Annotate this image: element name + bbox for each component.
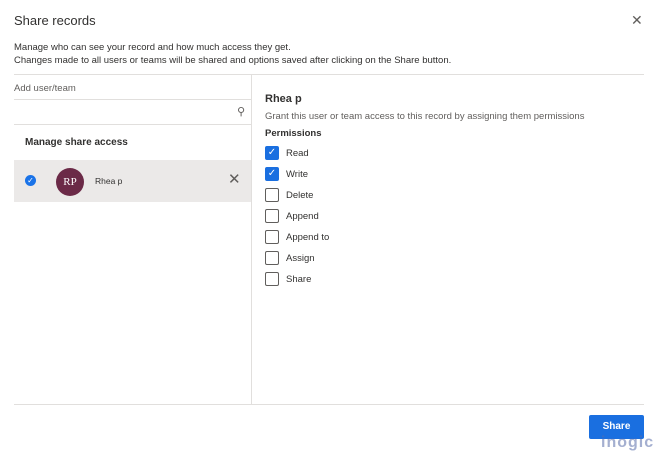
permission-label: Assign [286,252,315,264]
checkbox-icon[interactable]: ✓ [265,167,279,181]
permissions-heading: Permissions [265,128,322,139]
divider [14,404,644,405]
description-line: Manage who can see your record and how m… [14,42,291,53]
permission-checkbox-write[interactable]: ✓ Write [265,167,308,181]
checkbox-icon[interactable] [265,230,279,244]
checkbox-icon[interactable] [265,209,279,223]
description-line: Changes made to all users or teams will … [14,55,452,66]
search-icon[interactable]: ⚲ [237,105,245,118]
permission-label: Write [286,168,308,180]
permission-checkbox-assign[interactable]: Assign [265,251,315,265]
remove-icon[interactable]: ✕ [228,170,241,188]
permission-label: Append [286,210,319,222]
divider [14,74,644,75]
permission-label: Append to [286,231,330,243]
checkbox-icon[interactable] [265,251,279,265]
permission-checkbox-append-to[interactable]: Append to [265,230,329,244]
avatar: RP [56,168,84,196]
user-name: Rhea p [95,176,123,186]
search-input[interactable]: ⚲ [14,99,251,125]
checkbox-icon[interactable] [265,188,279,202]
dialog-title: Share records [14,13,96,28]
grant-text: Grant this user or team access to this r… [265,111,585,122]
selected-check-icon[interactable]: ✓ [25,175,36,186]
permission-label: Read [286,147,309,159]
permission-label: Delete [286,189,314,201]
watermark-logo: inogic [601,434,655,451]
permission-checkbox-delete[interactable]: Delete [265,188,313,202]
permission-label: Share [286,273,312,285]
dialog-description: Manage who can see your record and how m… [14,41,451,67]
add-user-label: Add user/team [14,83,76,94]
checkbox-icon[interactable]: ✓ [265,146,279,160]
permission-checkbox-read[interactable]: ✓ Read [265,146,309,160]
permission-checkbox-share[interactable]: Share [265,272,311,286]
checkbox-icon[interactable] [265,272,279,286]
permission-checkbox-append[interactable]: Append [265,209,319,223]
close-icon[interactable]: ✕ [631,12,643,29]
user-list-item[interactable]: ✓ RP Rhea p ✕ [14,160,251,202]
selected-user-name: Rhea p [265,93,302,105]
manage-share-access-heading: Manage share access [25,137,128,148]
divider [251,75,252,405]
